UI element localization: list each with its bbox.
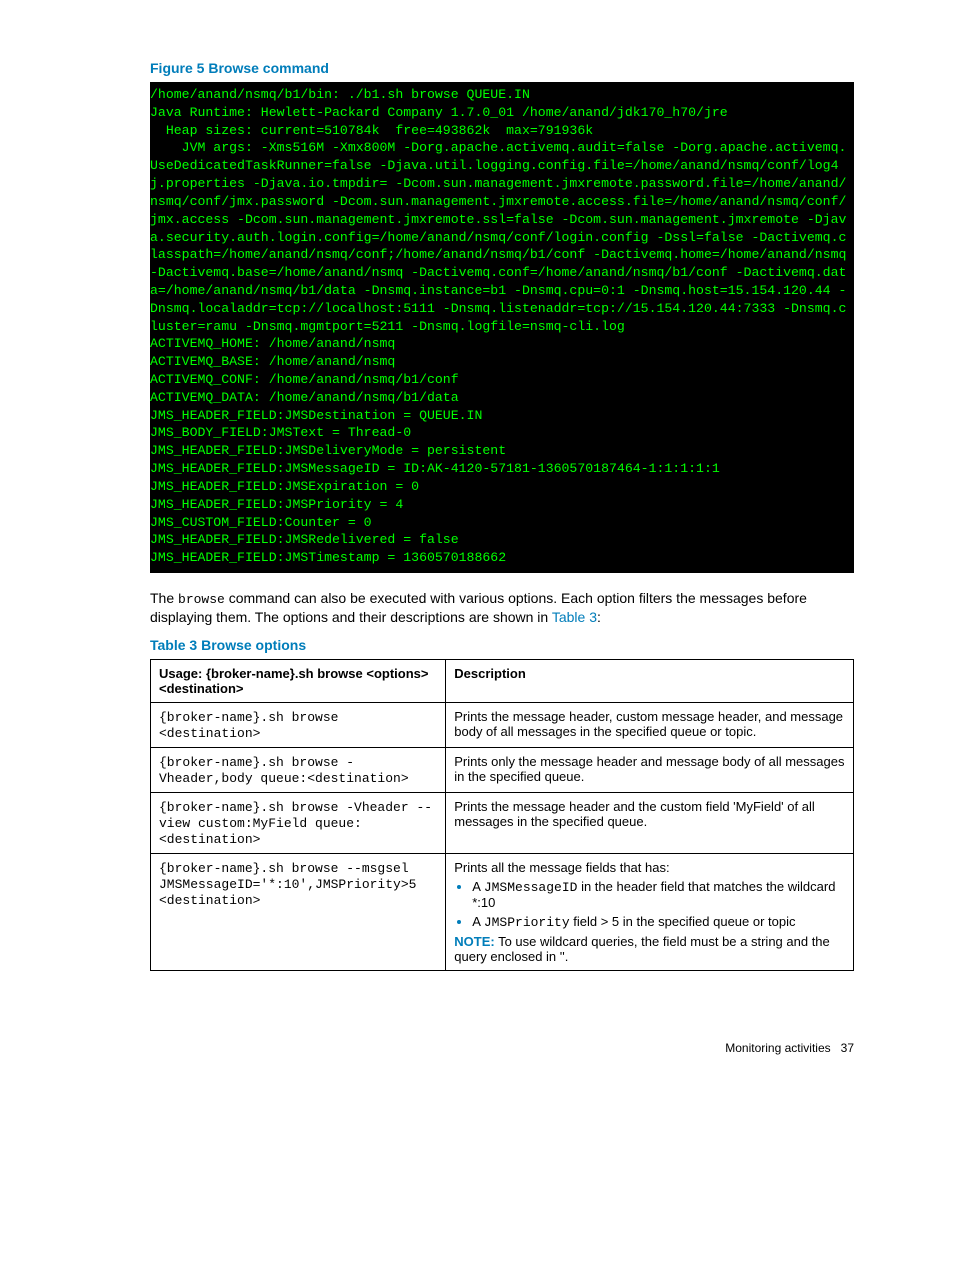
description-cell: Prints the message header, custom messag…	[446, 703, 854, 748]
terminal-line: JMS_HEADER_FIELD:JMSTimestamp = 13605701…	[150, 549, 854, 567]
text: The	[150, 590, 178, 606]
terminal-line: ACTIVEMQ_HOME: /home/anand/nsmq	[150, 335, 854, 353]
text: :	[597, 609, 601, 625]
terminal-line: ACTIVEMQ_BASE: /home/anand/nsmq	[150, 353, 854, 371]
code-text: JMSMessageID	[484, 880, 578, 895]
note-text: To use wildcard queries, the field must …	[454, 934, 830, 964]
description-cell: Prints only the message header and messa…	[446, 748, 854, 793]
usage-code: {broker-name}.sh browse -Vheader --view …	[159, 800, 432, 847]
terminal-line: Heap sizes: current=510784k free=493862k…	[150, 122, 854, 140]
text: field > 5 in the specified queue or topi…	[570, 914, 796, 929]
table-header-row: Usage: {broker-name}.sh browse <options>…	[151, 660, 854, 703]
list-item: A JMSMessageID in the header field that …	[472, 879, 845, 910]
text: command can also be executed with variou…	[150, 590, 807, 626]
usage-header: Usage: {broker-name}.sh browse <options>…	[151, 660, 446, 703]
terminal-line: JMS_HEADER_FIELD:JMSExpiration = 0	[150, 478, 854, 496]
note-label: NOTE:	[454, 934, 494, 949]
intro-paragraph: The browse command can also be executed …	[150, 589, 854, 627]
terminal-line: /home/anand/nsmq/b1/bin: ./b1.sh browse …	[150, 86, 854, 104]
footer-page-number: 37	[841, 1041, 854, 1055]
terminal-line: Java Runtime: Hewlett-Packard Company 1.…	[150, 104, 854, 122]
list-item: A JMSPriority field > 5 in the specified…	[472, 914, 845, 930]
table-row: {broker-name}.sh browse -Vheader --view …	[151, 793, 854, 854]
terminal-line: ACTIVEMQ_DATA: /home/anand/nsmq/b1/data	[150, 389, 854, 407]
terminal-line: JVM args: -Xms516M -Xmx800M -Dorg.apache…	[150, 139, 854, 335]
code-text: JMSPriority	[484, 915, 570, 930]
terminal-line: JMS_CUSTOM_FIELD:Counter = 0	[150, 514, 854, 532]
table-row: {broker-name}.sh browse --msgsel JMSMess…	[151, 854, 854, 971]
terminal-line: JMS_HEADER_FIELD:JMSRedelivered = false	[150, 531, 854, 549]
usage-code: {broker-name}.sh browse --msgsel JMSMess…	[159, 861, 416, 908]
terminal-line: ACTIVEMQ_CONF: /home/anand/nsmq/b1/conf	[150, 371, 854, 389]
usage-code: {broker-name}.sh browse <destination>	[159, 710, 338, 741]
text: A	[472, 914, 484, 929]
terminal-line: JMS_HEADER_FIELD:JMSDestination = QUEUE.…	[150, 407, 854, 425]
table-3-link[interactable]: Table 3	[552, 609, 597, 625]
description-cell: Prints the message header and the custom…	[446, 793, 854, 854]
table-row: {broker-name}.sh browse -Vheader,body qu…	[151, 748, 854, 793]
table-caption: Table 3 Browse options	[150, 637, 854, 653]
page-footer: Monitoring activities 37	[150, 1041, 854, 1055]
desc-list: A JMSMessageID in the header field that …	[472, 879, 845, 930]
usage-header-line1: Usage: {broker-name}.sh browse <options>	[159, 666, 428, 681]
description-cell: Prints all the message fields that has: A…	[446, 854, 854, 971]
usage-header-line2: <destination>	[159, 681, 244, 696]
usage-cell: {broker-name}.sh browse -Vheader --view …	[151, 793, 446, 854]
terminal-line: JMS_HEADER_FIELD:JMSMessageID = ID:AK-41…	[150, 460, 854, 478]
browse-options-table: Usage: {broker-name}.sh browse <options>…	[150, 659, 854, 971]
figure-caption: Figure 5 Browse command	[150, 60, 854, 76]
note: NOTE: To use wildcard queries, the field…	[454, 934, 845, 964]
terminal-line: JMS_HEADER_FIELD:JMSPriority = 4	[150, 496, 854, 514]
desc-intro: Prints all the message fields that has:	[454, 860, 845, 875]
terminal-line: JMS_HEADER_FIELD:JMSDeliveryMode = persi…	[150, 442, 854, 460]
page-content: Figure 5 Browse command /home/anand/nsmq…	[0, 0, 954, 1095]
usage-code: {broker-name}.sh browse -Vheader,body qu…	[159, 755, 409, 786]
usage-cell: {broker-name}.sh browse <destination>	[151, 703, 446, 748]
footer-section: Monitoring activities	[725, 1041, 830, 1055]
table-row: {broker-name}.sh browse <destination> Pri…	[151, 703, 854, 748]
description-header: Description	[446, 660, 854, 703]
browse-command-text: browse	[178, 592, 225, 607]
usage-cell: {broker-name}.sh browse --msgsel JMSMess…	[151, 854, 446, 971]
terminal-line: JMS_BODY_FIELD:JMSText = Thread-0	[150, 424, 854, 442]
text: A	[472, 879, 484, 894]
terminal-output: /home/anand/nsmq/b1/bin: ./b1.sh browse …	[150, 82, 854, 573]
usage-cell: {broker-name}.sh browse -Vheader,body qu…	[151, 748, 446, 793]
